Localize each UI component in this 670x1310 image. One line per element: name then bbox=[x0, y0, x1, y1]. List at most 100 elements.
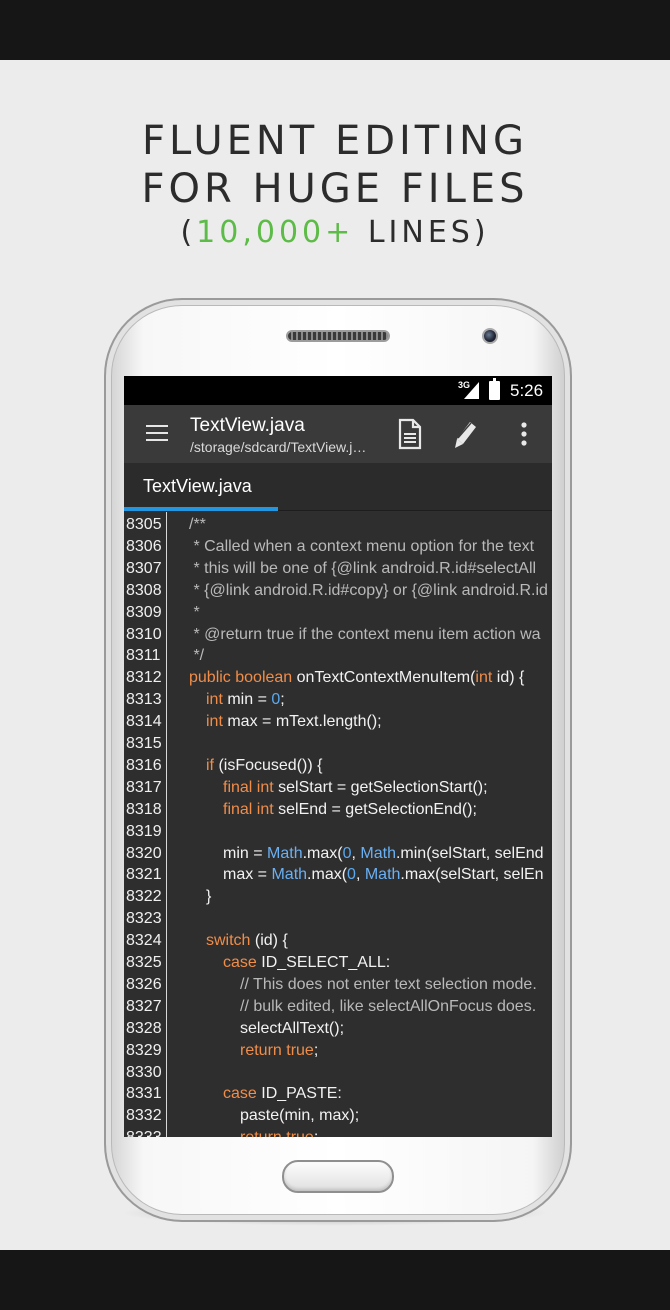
code-token: * this will be one of {@link android.R.i… bbox=[189, 559, 537, 577]
code-token: min = bbox=[222, 691, 272, 709]
code-line[interactable]: int max = mText.length(); bbox=[206, 711, 382, 733]
code-token: int bbox=[475, 669, 493, 687]
code-line[interactable]: max = Math.max(0, Math.max(selStart, sel… bbox=[223, 864, 544, 886]
phone-screen: 3G 5:26 TextView.java /storage/sdcard/Te… bbox=[124, 376, 552, 1137]
code-line[interactable]: * Called when a context menu option for … bbox=[189, 536, 534, 558]
phone-camera bbox=[482, 328, 498, 344]
code-token: max = mText.length(); bbox=[222, 713, 382, 731]
code-token: (isFocused()) { bbox=[214, 756, 323, 774]
more-vert-icon[interactable] bbox=[510, 417, 542, 451]
code-line[interactable]: } bbox=[206, 886, 211, 908]
headline-accent-count: 10,000+ bbox=[196, 215, 355, 250]
active-tab-indicator bbox=[124, 507, 278, 511]
code-token: return true bbox=[240, 1129, 314, 1137]
app-bar: TextView.java /storage/sdcard/TextView.j… bbox=[124, 405, 552, 463]
tab-textview-java[interactable]: TextView.java bbox=[124, 463, 278, 511]
promo-headline: FLUENT EDITING FOR HUGE FILES (10,000+ L… bbox=[0, 117, 670, 253]
bottom-black-band bbox=[0, 1250, 670, 1310]
code-token: Math bbox=[360, 844, 396, 862]
code-token: Math bbox=[271, 866, 308, 884]
status-bar: 3G 5:26 bbox=[124, 376, 552, 405]
code-token: final int bbox=[223, 778, 274, 796]
code-token: int bbox=[206, 713, 223, 731]
code-token: if bbox=[206, 756, 214, 774]
code-token: max = bbox=[223, 866, 272, 884]
file-path: /storage/sdcard/TextView.j… bbox=[190, 439, 367, 455]
phone-speaker bbox=[286, 330, 390, 342]
code-area[interactable]: /** * Called when a context menu option … bbox=[124, 512, 552, 1137]
code-token: switch bbox=[206, 932, 251, 950]
code-token: 0 bbox=[271, 691, 281, 709]
code-token: 0 bbox=[342, 844, 352, 862]
code-token: * {@link android.R.id#copy} or {@link an… bbox=[189, 581, 548, 599]
code-token: * Called when a context menu option for … bbox=[189, 537, 535, 555]
code-line[interactable]: return true; bbox=[240, 1127, 318, 1137]
code-line[interactable]: */ bbox=[189, 645, 204, 667]
code-line[interactable]: case ID_PASTE: bbox=[223, 1083, 342, 1105]
code-token: // bulk edited, like selectAllOnFocus do… bbox=[240, 997, 537, 1015]
code-line[interactable]: * @return true if the context menu item … bbox=[189, 624, 541, 646]
code-token: public boolean bbox=[189, 669, 293, 687]
code-token: selectAllText(); bbox=[240, 1019, 345, 1037]
code-token: ID_PASTE: bbox=[256, 1085, 342, 1103]
code-line[interactable]: if (isFocused()) { bbox=[206, 755, 322, 777]
code-token: case bbox=[223, 954, 257, 971]
headline-lines-word: LINES) bbox=[354, 215, 490, 250]
code-token: */ bbox=[189, 647, 205, 665]
code-token: (id) { bbox=[250, 932, 288, 950]
code-token: ; bbox=[313, 1041, 319, 1059]
code-line[interactable]: // bulk edited, like selectAllOnFocus do… bbox=[240, 996, 536, 1018]
code-line[interactable]: selectAllText(); bbox=[240, 1018, 344, 1040]
code-token: id) { bbox=[492, 669, 525, 687]
code-editor[interactable]: 8305 8306 8307 8308 8309 8310 8311 8312 8313 8314… bbox=[124, 512, 552, 1137]
file-title: TextView.java bbox=[190, 415, 305, 436]
pencil-icon[interactable] bbox=[450, 417, 482, 451]
code-token: .max( bbox=[302, 844, 343, 862]
status-time: 5:26 bbox=[510, 381, 544, 400]
headline-open-paren: ( bbox=[180, 215, 197, 250]
code-token: .min(selStart, selEnd bbox=[395, 844, 544, 862]
tab-bar: TextView.java bbox=[124, 463, 552, 511]
code-token: * @return true if the context menu item … bbox=[189, 625, 541, 643]
code-line[interactable]: public boolean onTextContextMenuItem(int… bbox=[189, 667, 524, 689]
headline-line-1: FLUENT EDITING bbox=[142, 118, 528, 164]
code-line[interactable]: /** bbox=[189, 514, 206, 536]
code-line[interactable]: int min = 0; bbox=[206, 689, 285, 711]
code-token: } bbox=[206, 888, 212, 906]
code-token: selEnd = getSelectionEnd(); bbox=[273, 800, 477, 818]
code-token: selStart = getSelectionStart(); bbox=[273, 778, 488, 796]
code-token: 0 bbox=[347, 866, 356, 884]
headline-line-2: FOR HUGE FILES bbox=[141, 166, 529, 212]
code-token: .max(selStart, selEn bbox=[400, 866, 544, 884]
code-token: int bbox=[206, 691, 223, 709]
battery-icon bbox=[489, 378, 500, 400]
code-token: // This does not enter text selection mo… bbox=[240, 975, 537, 993]
code-token: , bbox=[355, 866, 365, 884]
code-line[interactable]: return true; bbox=[240, 1040, 318, 1062]
top-black-band bbox=[0, 0, 670, 60]
code-line[interactable]: // This does not enter text selection mo… bbox=[240, 974, 537, 996]
headline-line-3: (10,000+ LINES) bbox=[0, 213, 670, 253]
code-token: Math bbox=[364, 866, 401, 884]
phone-home-button[interactable] bbox=[282, 1160, 394, 1193]
code-token: return true bbox=[240, 1041, 314, 1059]
code-line[interactable]: case ID_SELECT_ALL: bbox=[223, 952, 390, 974]
code-line[interactable]: final int selEnd = getSelectionEnd(); bbox=[223, 799, 477, 821]
code-line[interactable]: paste(min, max); bbox=[240, 1105, 359, 1127]
menu-icon[interactable] bbox=[146, 425, 168, 441]
code-token: ; bbox=[280, 691, 285, 709]
code-line[interactable]: * this will be one of {@link android.R.i… bbox=[189, 558, 536, 580]
code-line[interactable]: switch (id) { bbox=[206, 930, 288, 952]
file-icon[interactable] bbox=[394, 417, 426, 451]
signal-icon bbox=[464, 382, 479, 399]
code-token: ; bbox=[314, 1129, 318, 1137]
tab-label: TextView.java bbox=[143, 476, 252, 496]
code-line[interactable]: * bbox=[189, 602, 199, 624]
code-token: onTextContextMenuItem( bbox=[292, 669, 476, 687]
code-token: final int bbox=[223, 800, 274, 818]
code-line[interactable]: min = Math.max(0, Math.min(selStart, sel… bbox=[223, 843, 544, 865]
code-line[interactable]: * {@link android.R.id#copy} or {@link an… bbox=[189, 580, 548, 602]
code-line[interactable]: final int selStart = getSelectionStart()… bbox=[223, 777, 488, 799]
code-token: ID_SELECT_ALL: bbox=[256, 954, 391, 971]
code-token: paste(min, max); bbox=[240, 1107, 360, 1125]
